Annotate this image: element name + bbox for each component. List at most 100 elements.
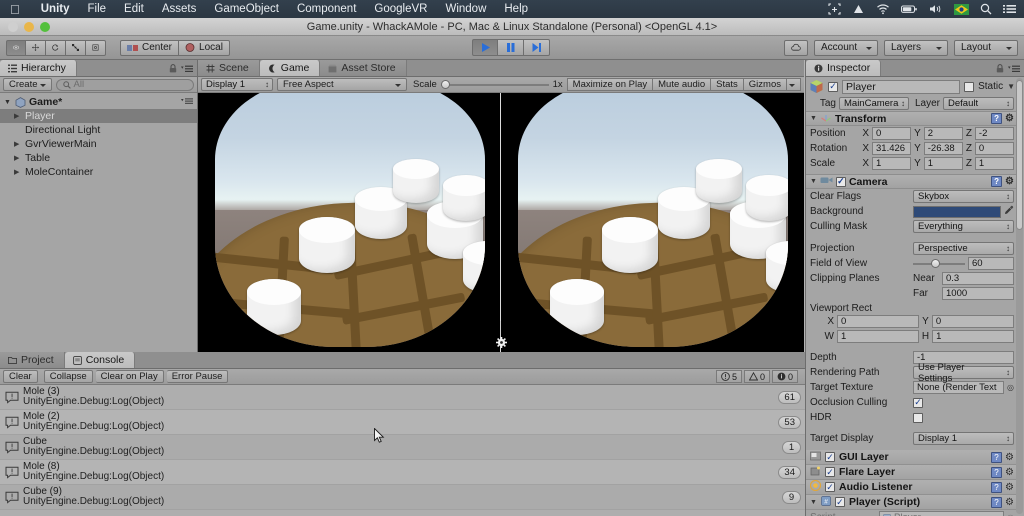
gear-icon[interactable]: ⚙	[1005, 497, 1014, 508]
cloud-button[interactable]	[784, 39, 808, 56]
scale-x-input[interactable]: 1	[872, 157, 912, 170]
clear-on-play-button[interactable]: Clear on Play	[95, 370, 164, 383]
menu-gameobject[interactable]: GameObject	[205, 3, 288, 15]
position-y-input[interactable]: 2	[923, 127, 963, 140]
gear-icon[interactable]	[495, 336, 507, 348]
warning-counter[interactable]: 0	[743, 370, 770, 383]
menu-file[interactable]: File	[79, 3, 116, 15]
menu-help[interactable]: Help	[495, 3, 537, 15]
menu-googlevr[interactable]: GoogleVR	[365, 3, 436, 15]
zoom-button[interactable]	[40, 22, 50, 32]
rendering-path-dropdown[interactable]: Use Player Settings	[913, 362, 1014, 384]
gear-icon[interactable]: ⚙	[1005, 482, 1014, 493]
hierarchy-item-gvrviewermain[interactable]: ▶ GvrViewerMain	[0, 137, 197, 151]
console-log-row[interactable]: Cube UnityEngine.Debug:Log(Object) 1	[0, 435, 805, 460]
inspector-scrollbar-thumb[interactable]	[1016, 80, 1023, 230]
tab-game[interactable]: Game	[259, 60, 321, 76]
far-input[interactable]: 1000	[942, 287, 1014, 300]
rotation-z-input[interactable]: 0	[974, 142, 1014, 155]
console-log-list[interactable]: Mole (3) UnityEngine.Debug:Log(Object) 6…	[0, 385, 805, 510]
fov-slider[interactable]	[913, 258, 965, 270]
viewport-w-input[interactable]: 1	[837, 330, 919, 343]
pivot-mode-button[interactable]: Center	[120, 39, 180, 56]
hdr-checkbox[interactable]	[913, 412, 923, 423]
rotation-x-input[interactable]: 31.426	[872, 142, 912, 155]
tab-console[interactable]: Console	[64, 352, 136, 368]
tag-dropdown[interactable]: MainCamera	[839, 97, 909, 110]
gear-icon[interactable]: ⚙	[1005, 452, 1014, 463]
clear-flags-dropdown[interactable]: Skybox	[913, 190, 1014, 203]
viewport-h-input[interactable]: 1	[932, 330, 1015, 343]
console-log-row[interactable]: Mole (3) UnityEngine.Debug:Log(Object) 6…	[0, 385, 805, 410]
move-tool-button[interactable]	[26, 39, 46, 56]
info-counter[interactable]: 0	[771, 370, 798, 383]
gameobject-enabled-checkbox[interactable]: ✓	[828, 81, 838, 92]
battery-icon[interactable]	[901, 3, 918, 15]
camera-enabled-checkbox[interactable]: ✓	[835, 176, 846, 187]
reference-icon[interactable]: ?	[991, 496, 1003, 508]
menu-edit[interactable]: Edit	[115, 3, 153, 15]
hierarchy-item-molecontainer[interactable]: ▶ MoleContainer	[0, 165, 197, 179]
reference-icon[interactable]: ?	[991, 481, 1003, 493]
menu-assets[interactable]: Assets	[153, 3, 206, 15]
occlusion-culling-checkbox[interactable]: ✓	[913, 397, 923, 408]
viewport-x-input[interactable]: 0	[837, 315, 920, 328]
console-log-row[interactable]: Cube (9) UnityEngine.Debug:Log(Object) 9	[0, 485, 805, 510]
display-dropdown[interactable]: Display 1	[201, 78, 273, 91]
script-reference-field[interactable]: Player	[879, 511, 1005, 516]
inspector-menu-icon[interactable]	[1008, 64, 1020, 76]
viewport-y-input[interactable]: 0	[931, 315, 1015, 328]
error-counter[interactable]: 5	[715, 370, 742, 383]
chevron-right-icon[interactable]: ▶	[14, 140, 22, 148]
pivot-rotation-button[interactable]: Local	[179, 39, 230, 56]
fov-slider-knob[interactable]	[931, 259, 940, 268]
component-flare-layer[interactable]: ✓ Flare Layer ? ⚙	[806, 465, 1018, 480]
tab-asset-store[interactable]: Asset Store	[320, 60, 407, 76]
projection-dropdown[interactable]: Perspective	[913, 242, 1014, 255]
reference-icon[interactable]: ?	[991, 113, 1003, 124]
layers-dropdown[interactable]: Layers	[884, 39, 948, 56]
eyedropper-icon[interactable]	[1004, 205, 1014, 218]
stats-button[interactable]: Stats	[711, 78, 744, 91]
rect-tool-button[interactable]	[86, 39, 106, 56]
scale-tool-button[interactable]	[66, 39, 86, 56]
player-script-enabled-checkbox[interactable]: ✓	[834, 497, 845, 507]
hierarchy-item-directional-light[interactable]: Directional Light	[0, 123, 197, 137]
clear-button[interactable]: Clear	[3, 370, 38, 383]
audio-listener-enabled-checkbox[interactable]: ✓	[825, 482, 835, 492]
hierarchy-item-player[interactable]: ▶ Player	[0, 109, 197, 123]
step-button[interactable]	[524, 39, 550, 56]
gizmos-button[interactable]: Gizmos	[743, 78, 787, 91]
volume-icon[interactable]	[929, 3, 943, 15]
scene-menu-icon[interactable]	[181, 96, 197, 108]
component-audio-listener[interactable]: ✓ Audio Listener ? ⚙	[806, 479, 1018, 495]
chevron-right-icon[interactable]: ▶	[14, 154, 22, 162]
chevron-down-icon[interactable]: ▼	[810, 115, 817, 122]
gear-icon[interactable]: ⚙	[1005, 113, 1014, 124]
console-log-row[interactable]: Mole (8) UnityEngine.Debug:Log(Object) 3…	[0, 460, 805, 485]
lock-icon[interactable]	[169, 64, 177, 76]
collapse-button[interactable]: Collapse	[43, 370, 93, 383]
tab-inspector[interactable]: Inspector	[806, 60, 882, 76]
inspector-scrollbar[interactable]	[1016, 78, 1023, 514]
position-x-input[interactable]: 0	[872, 127, 912, 140]
fov-input[interactable]: 60	[968, 257, 1014, 270]
reference-icon[interactable]: ?	[991, 451, 1003, 463]
scale-z-input[interactable]: 1	[974, 157, 1014, 170]
background-color-swatch[interactable]	[913, 205, 1001, 218]
wifi-icon[interactable]	[876, 3, 890, 15]
menu-window[interactable]: Window	[436, 3, 495, 15]
component-player-script[interactable]: ▼ # ✓ Player (Script) ? ⚙	[806, 495, 1018, 510]
hierarchy-scene-root[interactable]: ▼ Game*	[0, 95, 197, 109]
hierarchy-item-table[interactable]: ▶ Table	[0, 151, 197, 165]
hand-tool-button[interactable]	[6, 39, 26, 56]
account-dropdown[interactable]: Account	[814, 39, 878, 56]
near-input[interactable]: 0.3	[942, 272, 1014, 285]
transform-component-header[interactable]: ▼ Transform ? ⚙	[806, 111, 1018, 126]
console-log-row[interactable]: Mole (2) UnityEngine.Debug:Log(Object) 5…	[0, 410, 805, 435]
rotation-y-input[interactable]: -26.38	[923, 142, 963, 155]
gear-icon[interactable]: ⚙	[1005, 176, 1014, 187]
gui-layer-enabled-checkbox[interactable]: ✓	[825, 452, 835, 462]
close-button[interactable]	[8, 22, 18, 32]
tab-project[interactable]: Project	[0, 352, 65, 368]
